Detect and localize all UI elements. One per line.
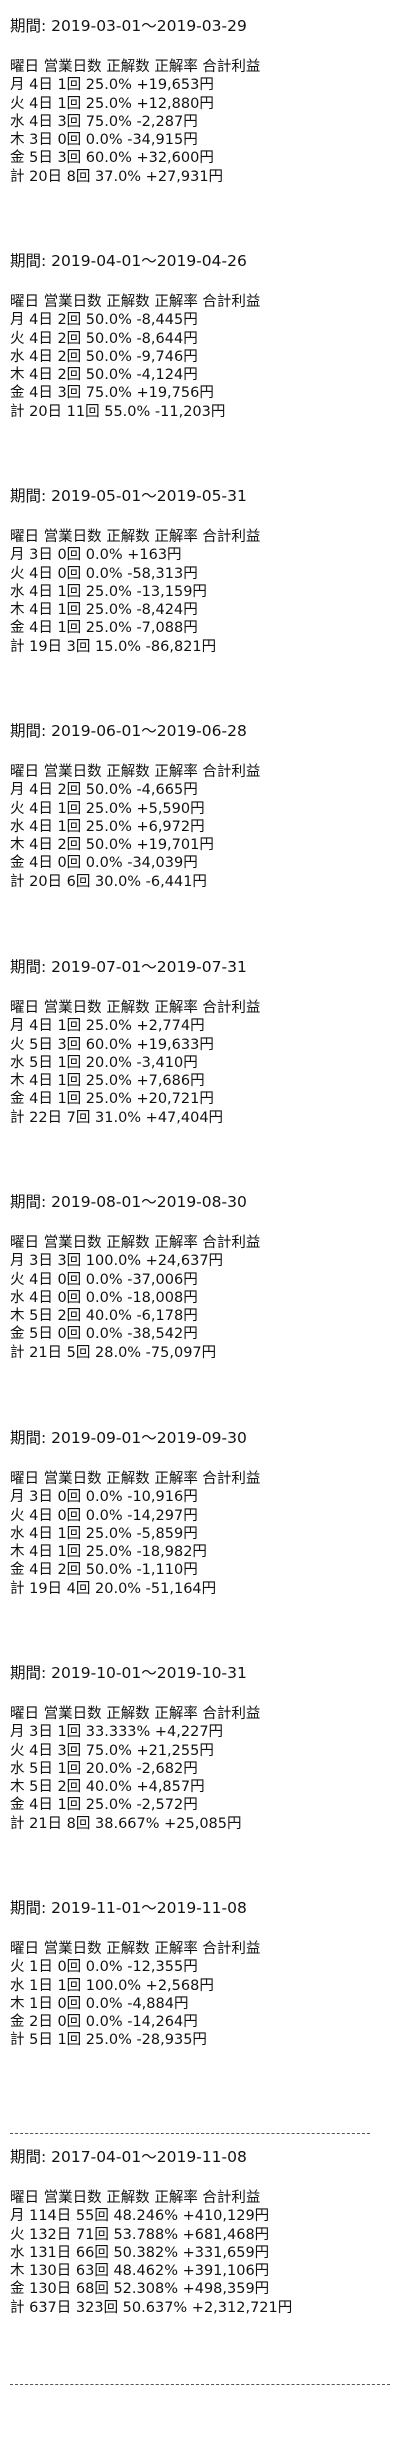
table-row: 火 1日 0回 0.0% -12,355円 [10,1959,198,1976]
period-block: 期間: 2019-10-01〜2019-10-31 曜日 営業日数 正解数 正解… [10,1663,390,1833]
table-row: 木 4日 1回 25.0% -8,424円 [10,602,198,619]
period-block: 期間: 2017-04-01〜2019-11-08 曜日 営業日数 正解数 正解… [10,2147,390,2317]
period-title: 期間: 2019-07-01〜2019-07-31 [10,958,247,976]
table-row: 月 3日 3回 100.0% +24,637円 [10,1253,224,1270]
divider-line [10,2384,390,2385]
table-row: 水 4日 1回 25.0% +6,972円 [10,818,205,835]
table-row: 木 4日 1回 25.0% +7,686円 [10,1073,205,1090]
table-row: 金 2日 0回 0.0% -14,264円 [10,2014,198,2031]
table-row: 火 4日 3回 75.0% +21,255円 [10,1742,214,1759]
table-row: 水 4日 1回 25.0% -5,859円 [10,1525,198,1542]
table-row: 金 4日 1回 25.0% -2,572円 [10,1797,198,1814]
table-row: 金 4日 3回 75.0% +19,756円 [10,385,214,402]
table-row: 月 3日 0回 0.0% +163円 [10,547,182,564]
table-row: 水 4日 0回 0.0% -18,008円 [10,1289,198,1306]
total-row: 計 21日 8回 38.667% +25,085円 [10,1815,242,1832]
table-row: 月 4日 2回 50.0% -4,665円 [10,782,198,799]
total-row: 計 20日 8回 37.0% +27,931円 [10,168,224,185]
table-row: 水 5日 1回 20.0% -2,682円 [10,1760,198,1777]
table-row: 木 4日 2回 50.0% -4,124円 [10,367,198,384]
total-row: 計 22日 7回 31.0% +47,404円 [10,1109,224,1126]
table-row: 水 5日 1回 20.0% -3,410円 [10,1054,198,1071]
table-row: 月 3日 1回 33.333% +4,227円 [10,1724,224,1741]
table-row: 火 4日 2回 50.0% -8,644円 [10,330,198,347]
table-header: 曜日 営業日数 正解数 正解率 合計利益 [10,294,261,310]
divider-line [10,2133,370,2134]
table-row: 木 5日 2回 40.0% -6,178円 [10,1308,198,1325]
table-header: 曜日 営業日数 正解数 正解率 合計利益 [10,1471,261,1487]
table-row: 金 130日 68回 52.308% +498,359円 [10,2281,270,2298]
table-row: 火 4日 0回 0.0% -58,313円 [10,565,198,582]
period-title: 期間: 2019-11-01〜2019-11-08 [10,1899,247,1917]
total-row: 計 21日 5回 28.0% -75,097円 [10,1344,217,1361]
table-header: 曜日 営業日数 正解数 正解率 合計利益 [10,59,261,75]
table-row: 金 4日 1回 25.0% +20,721円 [10,1091,214,1108]
total-row: 計 637日 323回 50.637% +2,312,721円 [10,2299,293,2316]
table-row: 月 4日 1回 25.0% +2,774円 [10,1018,205,1035]
table-header: 曜日 営業日数 正解数 正解率 合計利益 [10,764,261,780]
table-row: 月 4日 1回 25.0% +19,653円 [10,77,214,94]
table-header: 曜日 営業日数 正解数 正解率 合計利益 [10,529,261,545]
period-title: 期間: 2019-04-01〜2019-04-26 [10,252,247,270]
period-block: 期間: 2019-05-01〜2019-05-31 曜日 営業日数 正解数 正解… [10,486,390,656]
period-title: 期間: 2019-08-01〜2019-08-30 [10,1193,247,1211]
table-header: 曜日 営業日数 正解数 正解率 合計利益 [10,1706,261,1722]
table-row: 火 4日 0回 0.0% -37,006円 [10,1271,198,1288]
table-row: 火 4日 1回 25.0% +5,590円 [10,800,205,817]
table-row: 木 5日 2回 40.0% +4,857円 [10,1779,205,1796]
table-row: 月 4日 2回 50.0% -8,445円 [10,312,198,329]
table-row: 金 5日 0回 0.0% -38,542円 [10,1326,198,1343]
period-block: 期間: 2019-06-01〜2019-06-28 曜日 営業日数 正解数 正解… [10,721,390,891]
table-header: 曜日 営業日数 正解数 正解率 合計利益 [10,1941,261,1957]
table-row: 月 3日 0回 0.0% -10,916円 [10,1489,198,1506]
period-title: 期間: 2019-06-01〜2019-06-28 [10,722,247,740]
table-row: 水 4日 2回 50.0% -9,746円 [10,348,198,365]
period-title: 期間: 2019-10-01〜2019-10-31 [10,1664,247,1682]
total-row: 計 19日 3回 15.0% -86,821円 [10,638,217,655]
table-row: 木 130日 63回 48.462% +391,106円 [10,2263,270,2280]
table-header: 曜日 営業日数 正解数 正解率 合計利益 [10,1235,261,1251]
table-row: 水 1日 1回 100.0% +2,568円 [10,1977,214,1994]
table-row: 火 4日 0回 0.0% -14,297円 [10,1507,198,1524]
table-row: 金 4日 0回 0.0% -34,039円 [10,855,198,872]
total-row: 計 19日 4回 20.0% -51,164円 [10,1580,217,1597]
period-block: 期間: 2019-03-01〜2019-03-29 曜日 営業日数 正解数 正解… [10,16,390,186]
table-row: 木 4日 2回 50.0% +19,701円 [10,837,214,854]
period-title: 期間: 2019-09-01〜2019-09-30 [10,1429,247,1447]
period-title: 期間: 2017-04-01〜2019-11-08 [10,2148,247,2166]
table-row: 火 5日 3回 60.0% +19,633円 [10,1036,214,1053]
period-block: 期間: 2019-04-01〜2019-04-26 曜日 営業日数 正解数 正解… [10,251,390,421]
table-header: 曜日 営業日数 正解数 正解率 合計利益 [10,1000,261,1016]
period-block: 期間: 2019-08-01〜2019-08-30 曜日 営業日数 正解数 正解… [10,1192,390,1362]
table-row: 水 4日 3回 75.0% -2,287円 [10,113,198,130]
document: 期間: 2019-03-01〜2019-03-29 曜日 営業日数 正解数 正解… [0,0,400,2442]
table-row: 水 4日 1回 25.0% -13,159円 [10,583,207,600]
table-row: 水 131日 66回 50.382% +331,659円 [10,2244,270,2261]
table-row: 木 1日 0回 0.0% -4,884円 [10,1995,189,2012]
total-row: 計 5日 1回 25.0% -28,935円 [10,2032,207,2049]
table-row: 金 5日 3回 60.0% +32,600円 [10,150,214,167]
table-row: 火 132日 71回 53.788% +681,468円 [10,2226,270,2243]
table-row: 金 4日 1回 25.0% -7,088円 [10,620,198,637]
table-row: 月 114日 55回 48.246% +410,129円 [10,2208,270,2225]
table-row: 木 4日 1回 25.0% -18,982円 [10,1544,207,1561]
period-title: 期間: 2019-05-01〜2019-05-31 [10,487,247,505]
period-block: 期間: 2019-09-01〜2019-09-30 曜日 営業日数 正解数 正解… [10,1428,390,1598]
table-row: 木 3日 0回 0.0% -34,915円 [10,132,198,149]
table-row: 火 4日 1回 25.0% +12,880円 [10,95,214,112]
total-row: 計 20日 11回 55.0% -11,203円 [10,403,226,420]
total-row: 計 20日 6回 30.0% -6,441円 [10,873,207,890]
table-row: 金 4日 2回 50.0% -1,110円 [10,1562,198,1579]
period-block: 期間: 2019-07-01〜2019-07-31 曜日 営業日数 正解数 正解… [10,957,390,1127]
period-block: 期間: 2019-11-01〜2019-11-08 曜日 営業日数 正解数 正解… [10,1898,390,2050]
table-header: 曜日 営業日数 正解数 正解率 合計利益 [10,2190,261,2206]
period-title: 期間: 2019-03-01〜2019-03-29 [10,17,247,35]
